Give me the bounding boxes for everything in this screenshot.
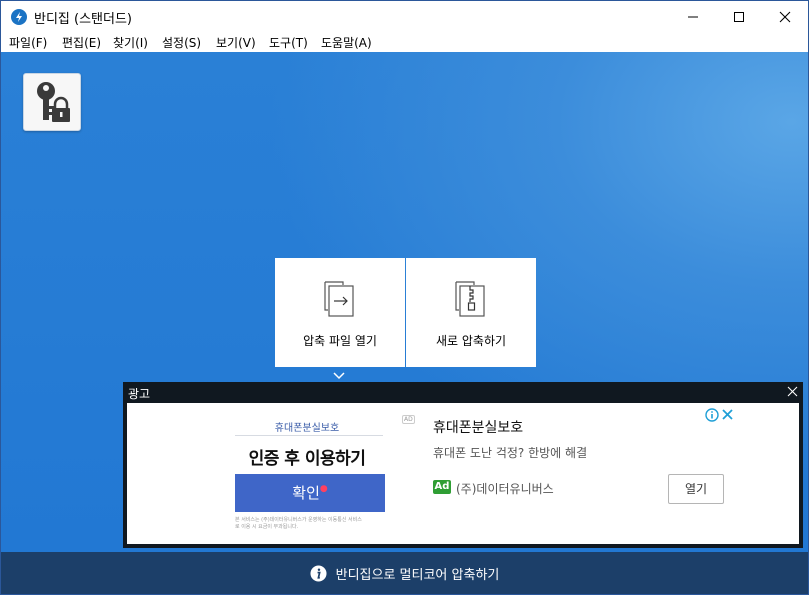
menu-help[interactable]: 도움말(A): [321, 34, 372, 51]
ad-info-icon[interactable]: [705, 408, 719, 422]
app-window: 반디집 (스탠더드) 파일(F) 편집(E) 찾기(I) 설정(S) 보기(V)…: [0, 0, 809, 595]
minimize-icon: [688, 16, 698, 17]
menu-view[interactable]: 보기(V): [216, 34, 256, 51]
ad-image-headline: 인증 후 이용하기: [248, 449, 366, 469]
ad-image-dot: ●: [319, 484, 328, 494]
ad-content[interactable]: 휴대폰분실보호 인증 후 이용하기 확인● 본 서비스는 (주)데이터유니버스가…: [127, 403, 799, 544]
ad-headline[interactable]: 휴대폰분실보호: [433, 417, 523, 437]
bandizip-app-icon: [11, 9, 27, 25]
open-archive-icon: [324, 281, 354, 317]
ad-image-divider: [235, 435, 383, 436]
maximize-icon: [734, 11, 744, 22]
ad-mini-label: AD: [402, 415, 415, 424]
new-archive-icon: [455, 281, 485, 317]
new-archive-tile[interactable]: 새로 압축하기: [406, 258, 536, 367]
ad-image-confirm-label: 확인: [292, 484, 320, 502]
title-bar[interactable]: 반디집 (스탠더드): [1, 1, 808, 32]
maximize-button[interactable]: [716, 1, 762, 32]
status-text[interactable]: 반디집으로 멀티코어 압축하기: [336, 564, 500, 583]
status-content: 반디집으로 멀티코어 압축하기: [1, 552, 808, 594]
ad-close-icon[interactable]: [787, 386, 798, 397]
close-button[interactable]: [762, 1, 808, 32]
key-lock-icon: [37, 82, 70, 122]
window-title: 반디집 (스탠더드): [34, 12, 132, 27]
status-bar[interactable]: 반디집으로 멀티코어 압축하기: [1, 552, 808, 594]
ad-panel: 광고 휴대폰분실보호 인증 후 이용하기 확인● 본 서비스는 (주)데이터유니…: [123, 382, 803, 548]
ad-advertiser: (주)데이터유니버스: [456, 482, 554, 496]
chevron-down-icon[interactable]: [332, 371, 346, 380]
ad-header: 광고: [123, 382, 803, 402]
ad-image-fine-print: 본 서비스는 (주)데이터유니버스가 운영하는 이동통신 서비스로 이용 시 요…: [235, 517, 362, 530]
info-icon: [310, 564, 327, 582]
ad-panel-title: 광고: [128, 387, 151, 401]
menu-tools[interactable]: 도구(T): [269, 34, 308, 51]
menu-edit[interactable]: 편집(E): [62, 34, 101, 51]
menu-bar: 파일(F) 편집(E) 찾기(I) 설정(S) 보기(V) 도구(T) 도움말(…: [1, 32, 808, 52]
password-manager-button[interactable]: [23, 73, 81, 131]
ad-open-button[interactable]: 열기: [668, 474, 724, 504]
ad-image-confirm-button[interactable]: 확인●: [235, 474, 385, 512]
ad-badge: Ad: [433, 480, 451, 494]
ad-dismiss-icon[interactable]: [722, 409, 733, 420]
ad-image-title: 휴대폰분실보호: [274, 423, 340, 434]
ad-description: 휴대폰 도난 걱정? 한방에 해결: [433, 446, 588, 460]
main-area: 압축 파일 열기 새로 압축하기 광고 휴대폰분실보호 인증 후 이용하기 확인…: [1, 52, 808, 552]
minimize-button[interactable]: [670, 1, 716, 32]
ad-image-banner[interactable]: 휴대폰분실보호 인증 후 이용하기 확인● 본 서비스는 (주)데이터유니버스가…: [231, 407, 385, 535]
new-archive-label: 새로 압축하기: [435, 334, 507, 348]
menu-file[interactable]: 파일(F): [9, 34, 47, 51]
menu-find[interactable]: 찾기(I): [113, 34, 148, 51]
menu-settings[interactable]: 설정(S): [162, 34, 201, 51]
open-archive-tile[interactable]: 압축 파일 열기: [275, 258, 405, 367]
close-icon: [779, 11, 791, 22]
open-archive-label: 압축 파일 열기: [303, 334, 377, 348]
